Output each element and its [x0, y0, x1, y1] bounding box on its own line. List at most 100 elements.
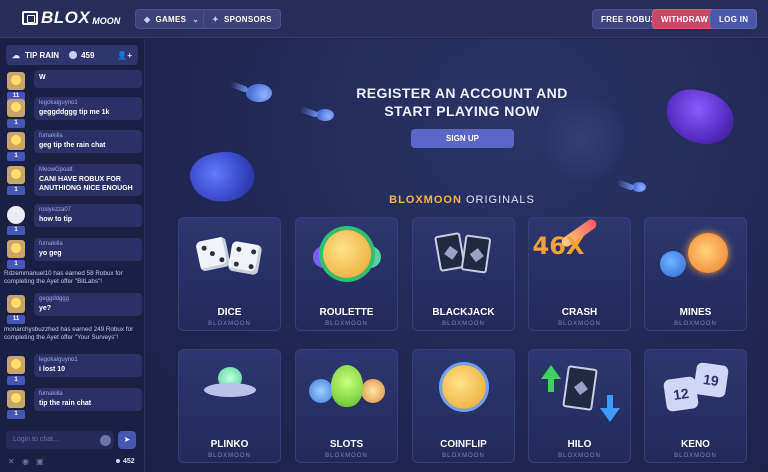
free-robux-label: FREE ROBUX — [601, 14, 657, 24]
game-brand: BLOXMOON — [674, 321, 717, 327]
username[interactable]: legokalguyno1 — [39, 100, 137, 106]
level-badge: 1 — [7, 152, 25, 161]
discord-icon[interactable]: ◉ — [22, 457, 29, 466]
message-bubble: fumakiila yo geg — [34, 238, 142, 261]
username[interactable]: MeowGpoalt — [39, 167, 137, 173]
game-brand: BLOXMOON — [674, 453, 717, 459]
sponsors-badge-icon: ✦ — [212, 14, 220, 24]
game-tile-slots[interactable]: SLOTS BLOXMOON — [295, 349, 398, 463]
message-bubble: geggddggg ye? — [34, 293, 142, 316]
level-badge: 1 — [7, 410, 25, 419]
chat-input[interactable]: Login to chat... — [6, 431, 114, 449]
ufo-icon — [200, 363, 260, 413]
game-brand: BLOXMOON — [325, 321, 368, 327]
game-brand: BLOXMOON — [558, 321, 601, 327]
cards-icon — [429, 228, 499, 284]
avatar — [7, 99, 25, 117]
system-message: monarchysbuzzhed has earned 249 Robux fo… — [4, 326, 134, 341]
add-user-icon[interactable]: 👤+ — [117, 51, 132, 60]
dice-icon — [190, 231, 270, 281]
game-name: PLINKO — [210, 439, 249, 450]
logo-subtext: MOON — [92, 16, 121, 26]
game-brand: BLOXMOON — [208, 453, 251, 459]
tip-rain-bar[interactable]: ☁ TIP RAIN 459 👤+ — [6, 45, 138, 65]
send-arrow-icon: ➤ — [123, 435, 131, 444]
chat-message: 1 legokalguyno1 i lost 10 — [4, 354, 142, 388]
withdraw-label: WITHDRAW — [661, 14, 709, 24]
login-button[interactable]: LOG IN — [710, 9, 758, 29]
message-bubble: fumakiila tip the rain chat — [34, 388, 142, 411]
game-name: CRASH — [561, 307, 598, 318]
online-count-value: 452 — [123, 458, 135, 465]
game-tile-coinflip[interactable]: COINFLIP BLOXMOON — [412, 349, 515, 463]
twitter-icon[interactable]: ✕ — [8, 457, 15, 466]
game-name: BLACKJACK — [432, 307, 495, 318]
game-name: MINES — [679, 307, 712, 318]
send-button[interactable]: ➤ — [118, 431, 136, 449]
message-text: ye? — [39, 305, 52, 312]
withdraw-button[interactable]: WITHDRAW — [652, 9, 718, 29]
avatar — [7, 295, 25, 313]
chat-message: 1 MeowGpoalt CANI HAVE ROBUX FOR ANUTHIO… — [4, 164, 142, 198]
username[interactable]: fumakiila — [39, 391, 137, 397]
chat-message: 11 geggddggg ye? — [4, 293, 142, 327]
game-tile-blackjack[interactable]: BLACKJACK BLOXMOON — [412, 217, 515, 331]
chat-sidebar: ☁ TIP RAIN 459 👤+ 1 1 W 1 legokalguyno1 g… — [0, 39, 145, 472]
username[interactable]: legokalguyno1 — [39, 357, 137, 363]
message-bubble: fumakiila geg tip the rain chat — [34, 130, 142, 153]
hilo-cards-icon — [535, 361, 625, 431]
level-badge: 1 — [7, 260, 25, 269]
avatar — [7, 356, 25, 374]
game-tile-crash[interactable]: 46X CRASH BLOXMOON — [528, 217, 631, 331]
game-tile-hilo[interactable]: HILO BLOXMOON — [528, 349, 631, 463]
game-name: SLOTS — [329, 439, 364, 450]
level-badge: 1 — [7, 119, 25, 128]
avatar — [7, 132, 25, 150]
comet-image — [632, 182, 646, 192]
level-badge: 1 — [7, 226, 25, 235]
twitch-icon[interactable]: ▣ — [36, 457, 44, 466]
message-text: geggddggg tip me 1k — [39, 109, 110, 116]
hero-title-line2: START PLAYING NOW — [384, 103, 540, 119]
game-name: COINFLIP — [440, 439, 487, 450]
username[interactable]: fumakiila — [39, 133, 137, 139]
chat-message: 1 fumakiila yo geg — [4, 238, 142, 272]
sponsors-label: SPONSORS — [224, 14, 272, 24]
game-tile-plinko[interactable]: PLINKO BLOXMOON — [178, 349, 281, 463]
username[interactable]: geggddggg — [39, 296, 137, 302]
game-tile-keno[interactable]: 12 19 KENO BLOXMOON — [644, 349, 747, 463]
avatar — [7, 390, 25, 408]
originals-heading: BLOXMOON ORIGINALS — [146, 194, 768, 206]
game-name: ROULETTE — [319, 307, 374, 318]
logo-mark-icon — [22, 11, 38, 25]
online-dot-icon — [116, 459, 120, 464]
message-text: tip the rain chat — [39, 400, 92, 407]
username[interactable]: rosiyezza07 — [39, 207, 137, 213]
roulette-icon — [307, 226, 387, 286]
bloxmoon-logo[interactable]: BLOX MOON — [22, 8, 121, 27]
game-tile-dice[interactable]: DICE BLOXMOON — [178, 217, 281, 331]
game-tile-roulette[interactable]: ROULETTE BLOXMOON — [295, 217, 398, 331]
game-brand: BLOXMOON — [442, 321, 485, 327]
sponsors-button[interactable]: ✦ SPONSORS — [203, 9, 281, 29]
originals-label: ORIGINALS — [465, 194, 535, 206]
avatar — [7, 240, 25, 258]
avatar — [7, 166, 25, 184]
message-text: yo geg — [39, 250, 62, 257]
games-dropdown-button[interactable]: ◆ GAMES ⌄ — [135, 9, 209, 29]
emoji-icon[interactable] — [100, 435, 111, 446]
game-brand: BLOXMOON — [558, 453, 601, 459]
message-text: W — [39, 74, 46, 81]
game-brand: BLOXMOON — [208, 321, 251, 327]
originals-brand: BLOXMOON — [389, 194, 462, 206]
keno-number: 12 — [662, 375, 699, 413]
level-badge: 1 — [7, 376, 25, 385]
sign-up-button[interactable]: SIGN UP — [411, 129, 514, 148]
tip-rain-label: TIP RAIN — [25, 50, 60, 60]
chat-messages[interactable]: 1 1 W 1 legokalguyno1 geggddggg tip me 1k… — [0, 68, 145, 460]
cloud-icon: ☁ — [12, 50, 20, 60]
coin-icon — [434, 363, 494, 413]
alien-icon — [307, 363, 387, 413]
username[interactable]: fumakiila — [39, 241, 137, 247]
game-tile-mines[interactable]: MINES BLOXMOON — [644, 217, 747, 331]
